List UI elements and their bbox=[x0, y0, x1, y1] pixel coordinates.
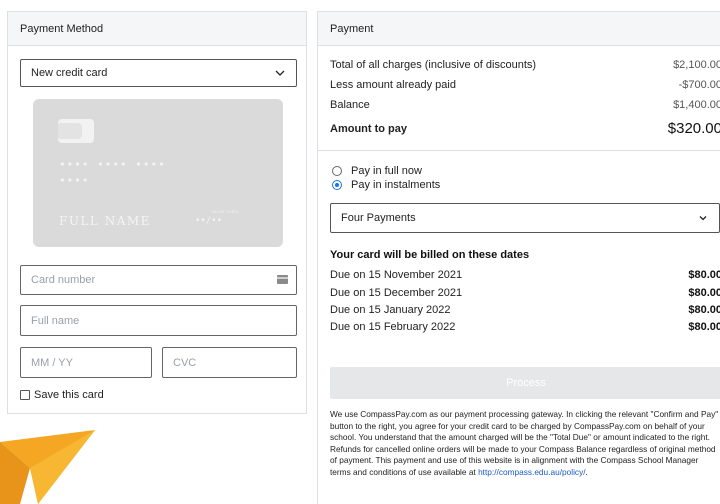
card-number-mask: •••• •••• •••• bbox=[59, 158, 166, 171]
pay-in-instalments-option[interactable]: Pay in instalments bbox=[332, 179, 440, 191]
radio-button[interactable] bbox=[332, 166, 342, 176]
paper-plane-icon bbox=[0, 430, 95, 504]
summary-value: $2,100.00 bbox=[673, 59, 720, 71]
card-expiry-preview: VALID THRU ••/•• bbox=[195, 209, 238, 226]
summary-label: Balance bbox=[330, 99, 370, 111]
due-amount: $80.00 bbox=[688, 304, 720, 316]
expiry-input[interactable]: MM / YY bbox=[20, 347, 152, 378]
card-number-input[interactable]: Card number bbox=[20, 265, 297, 295]
summary-label: Total of all charges (inclusive of disco… bbox=[330, 59, 537, 71]
card-number-mask-end: •••• bbox=[59, 174, 90, 187]
summary-label: Less amount already paid bbox=[330, 79, 456, 91]
save-card-checkbox[interactable]: Save this card bbox=[20, 389, 104, 401]
chevron-down-icon bbox=[275, 70, 285, 76]
pay-in-full-label: Pay in full now bbox=[351, 165, 422, 177]
amount-to-pay-value: $320.00 bbox=[667, 120, 720, 137]
valid-thru-label: VALID THRU bbox=[211, 209, 239, 214]
payment-header: Payment bbox=[318, 12, 720, 46]
full-name-placeholder: Full name bbox=[31, 314, 80, 327]
card-number-placeholder: Card number bbox=[31, 274, 96, 286]
cvc-input[interactable]: CVC bbox=[162, 347, 297, 378]
disclaimer-end: . bbox=[585, 466, 588, 477]
schedule-row: Due on 15 December 2021 $80.00 bbox=[330, 287, 720, 299]
due-amount: $80.00 bbox=[688, 321, 720, 333]
payment-method-selected: New credit card bbox=[31, 67, 108, 79]
credit-card-icon bbox=[277, 275, 288, 284]
due-date-label: Due on 15 December 2021 bbox=[330, 287, 463, 299]
card-expiry-mask: ••/•• bbox=[195, 216, 223, 226]
cvc-placeholder: CVC bbox=[173, 356, 197, 369]
billing-schedule-heading: Your card will be billed on these dates bbox=[330, 249, 530, 261]
chevron-down-icon bbox=[699, 216, 707, 221]
summary-total-row: Total of all charges (inclusive of disco… bbox=[330, 59, 720, 71]
schedule-row: Due on 15 January 2022 $80.00 bbox=[330, 304, 720, 316]
save-card-label: Save this card bbox=[34, 389, 104, 401]
policy-link[interactable]: http://compass.edu.au/policy/ bbox=[478, 467, 585, 477]
card-preview: •••• •••• •••• •••• FULL NAME VALID THRU… bbox=[33, 99, 283, 247]
summary-value: -$700.00 bbox=[678, 79, 720, 91]
pay-in-instalments-label: Pay in instalments bbox=[351, 179, 441, 191]
due-date-label: Due on 15 February 2022 bbox=[330, 321, 456, 333]
payment-method-header: Payment Method bbox=[8, 12, 306, 46]
checkbox-icon[interactable] bbox=[20, 390, 30, 400]
due-date-label: Due on 15 November 2021 bbox=[330, 269, 463, 281]
pay-in-full-option[interactable]: Pay in full now bbox=[332, 165, 422, 177]
summary-balance-row: Balance $1,400.00 bbox=[330, 99, 720, 111]
payment-method-panel: Payment Method New credit card •••• ••••… bbox=[7, 11, 307, 414]
due-amount: $80.00 bbox=[688, 287, 720, 299]
process-button[interactable]: Process bbox=[330, 367, 720, 399]
payment-disclaimer: We use CompassPay.com as our payment pro… bbox=[330, 409, 720, 478]
card-holder-name: FULL NAME bbox=[59, 214, 151, 228]
schedule-row: Due on 15 February 2022 $80.00 bbox=[330, 321, 720, 333]
due-date-label: Due on 15 January 2022 bbox=[330, 304, 451, 316]
expiry-placeholder: MM / YY bbox=[31, 356, 73, 369]
payment-panel: Payment Total of all charges (inclusive … bbox=[317, 11, 720, 504]
section-divider bbox=[318, 150, 720, 151]
full-name-input[interactable]: Full name bbox=[20, 305, 297, 336]
radio-button-selected[interactable] bbox=[332, 180, 342, 190]
instalment-plan-selected: Four Payments bbox=[341, 212, 416, 224]
card-chip-icon bbox=[58, 119, 94, 143]
instalment-plan-select[interactable]: Four Payments bbox=[330, 203, 720, 233]
summary-value: $1,400.00 bbox=[673, 99, 720, 111]
due-amount: $80.00 bbox=[688, 269, 720, 281]
amount-to-pay-label: Amount to pay bbox=[330, 122, 407, 135]
payment-method-select[interactable]: New credit card bbox=[20, 59, 297, 87]
amount-to-pay-row: Amount to pay $320.00 bbox=[330, 120, 720, 137]
schedule-row: Due on 15 November 2021 $80.00 bbox=[330, 269, 720, 281]
summary-paid-row: Less amount already paid -$700.00 bbox=[330, 79, 720, 91]
